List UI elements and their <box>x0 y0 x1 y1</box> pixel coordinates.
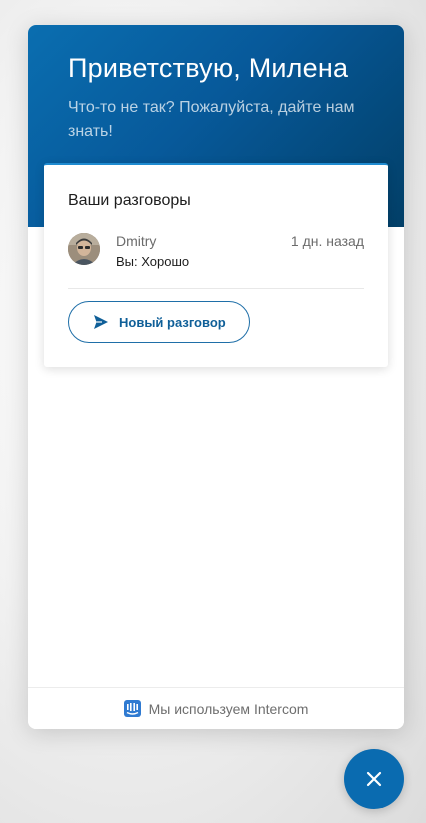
send-icon <box>94 315 108 329</box>
intercom-logo-icon <box>123 700 141 717</box>
conversation-item[interactable]: Dmitry 1 дн. назад Вы: Хорошо <box>68 233 364 289</box>
user-avatar <box>68 233 100 265</box>
close-icon <box>366 771 382 787</box>
new-conversation-button[interactable]: Новый разговор <box>68 301 250 343</box>
messenger-panel: Приветствую, Милена Что-то не так? Пожал… <box>28 25 404 729</box>
greeting-subtitle: Что-то не так? Пожалуйста, дайте нам зна… <box>68 99 355 140</box>
conversation-time: 1 дн. назад <box>290 233 364 249</box>
conversation-name: Dmitry <box>116 233 157 249</box>
launcher-close-button[interactable] <box>344 749 404 809</box>
conversation-preview: Вы: Хорошо <box>116 254 190 269</box>
footer-text: Мы используем Intercom <box>148 700 309 717</box>
conversations-title: Ваши разговоры <box>68 192 191 209</box>
powered-by-footer[interactable]: Мы используем Intercom <box>28 687 404 729</box>
new-conversation-label: Новый разговор <box>119 314 226 330</box>
conversations-card: Ваши разговоры Dmitry 1 дн. назад Вы: Хо… <box>44 163 388 367</box>
greeting-title: Приветствую, Милена <box>68 53 349 83</box>
